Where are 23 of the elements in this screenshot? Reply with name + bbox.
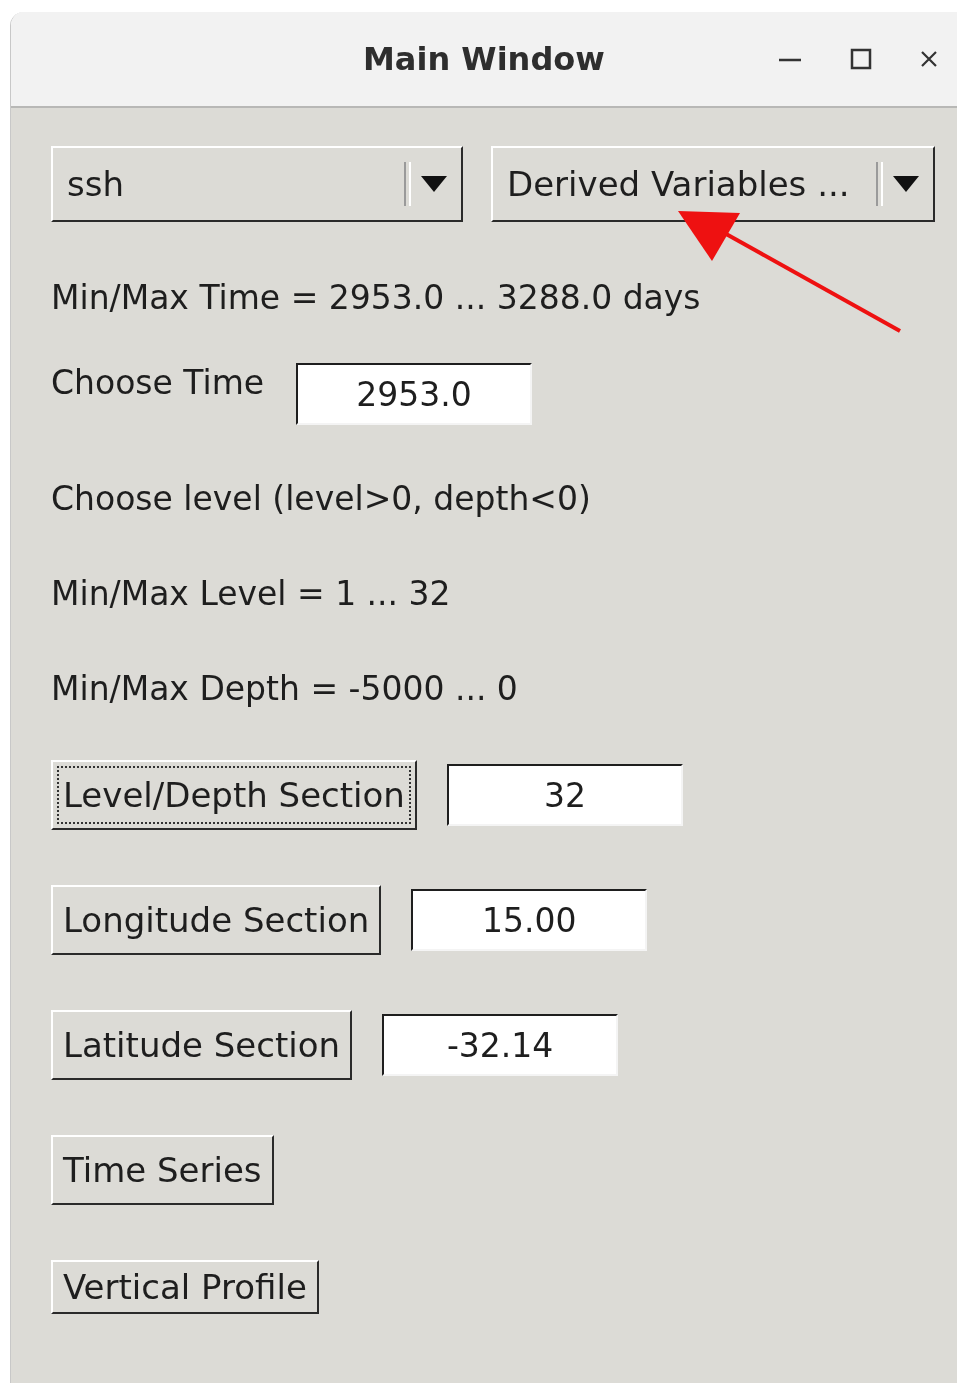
window-title: Main Window [363,40,605,78]
close-icon[interactable] [920,50,938,68]
choose-time-label: Choose Time [51,363,265,402]
dropdown-arrow-icon [421,176,447,192]
separator-line [404,162,411,206]
section-input[interactable]: 32 [446,764,683,826]
level-range-text: Min/Max Level = 1 ... 32 [51,574,451,613]
dropdown[interactable]: ssh [51,146,463,222]
section-button[interactable]: Vertical Profile [51,1260,319,1314]
level-hint-text: Choose level (level>0, depth<0) [51,479,591,518]
time-range-text: Min/Max Time = 2953.0 ... 3288.0 days [51,278,701,317]
depth-range-text: Min/Max Depth = -5000 ... 0 [51,669,518,708]
section-input[interactable]: 15.00 [411,889,648,951]
section-button[interactable]: Time Series [51,1135,274,1205]
maximize-icon[interactable] [850,48,872,70]
dropdown-arrow-icon [893,176,919,192]
section-button[interactable]: Level/Depth Section [51,760,417,830]
time-input[interactable]: 2953.0 [296,363,533,425]
separator-line [876,162,883,206]
dropdown[interactable]: Derived Variables ... [491,146,935,222]
section-button[interactable]: Latitude Section [51,1010,353,1080]
section-button[interactable]: Longitude Section [51,885,382,955]
section-input[interactable]: -32.14 [382,1014,619,1076]
